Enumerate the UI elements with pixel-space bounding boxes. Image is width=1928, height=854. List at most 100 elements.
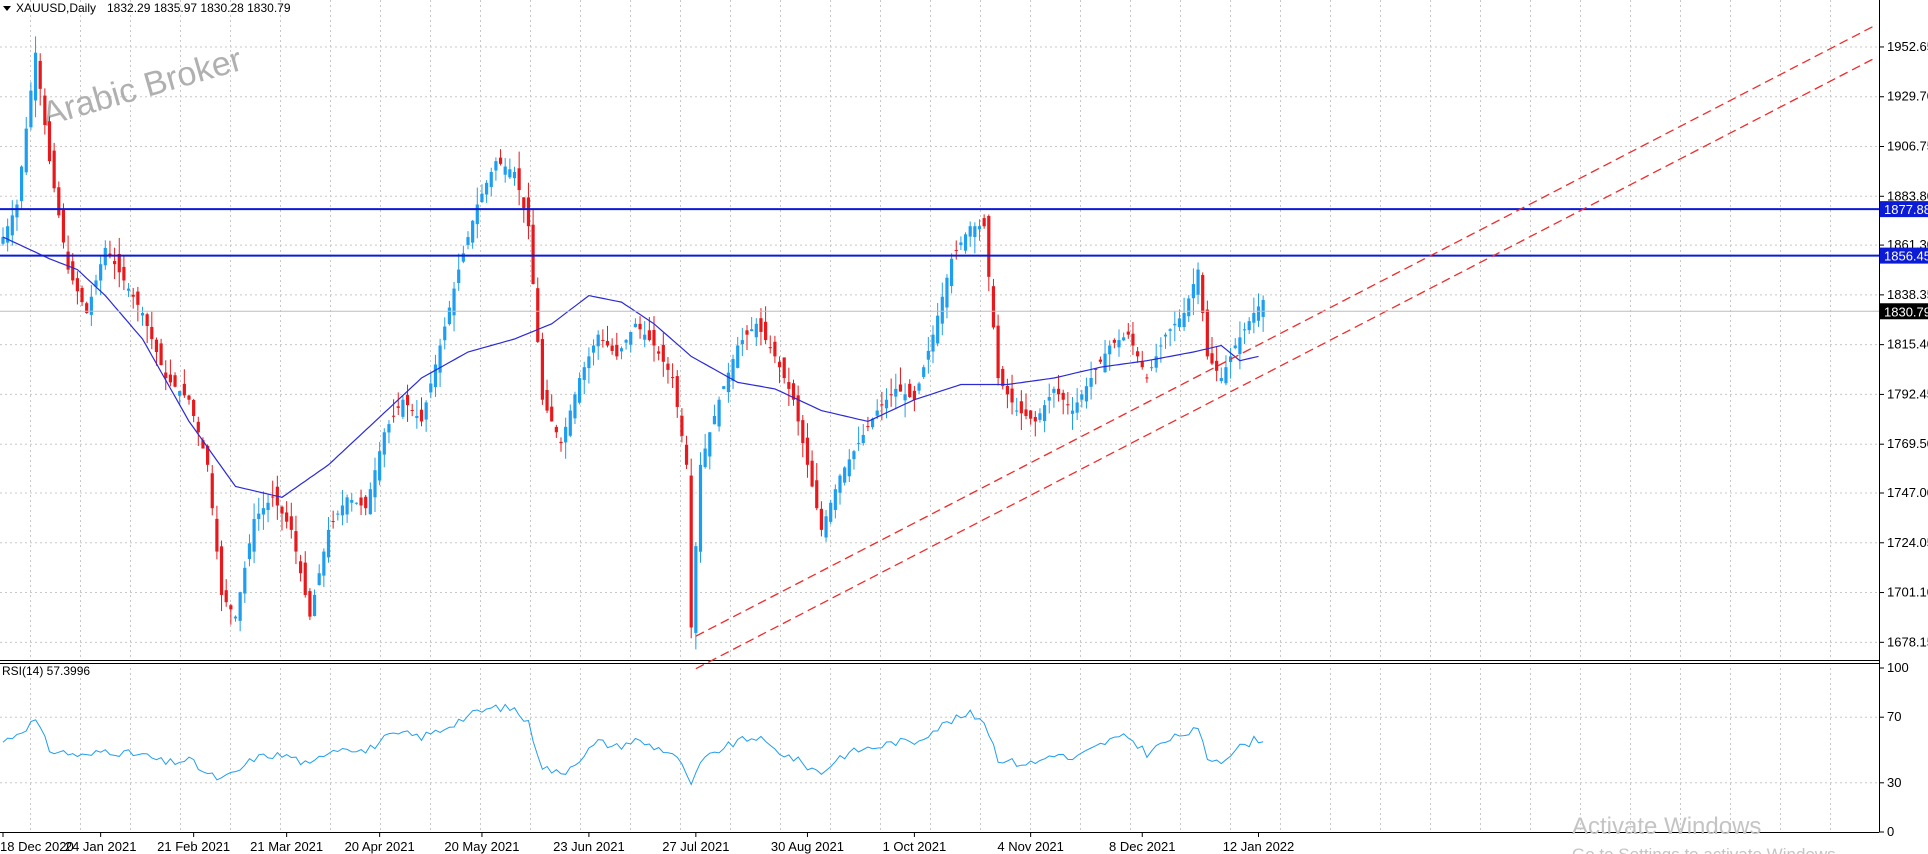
candle <box>257 497 261 531</box>
candle <box>247 534 252 567</box>
trendline[interactable] <box>695 23 1878 637</box>
candle <box>61 203 66 249</box>
chart-canvas[interactable]: 1952.651929.701906.751883.801861.301838.… <box>0 0 1928 854</box>
candle <box>1224 355 1228 386</box>
candle <box>526 182 531 240</box>
date-tick-label: 8 Dec 2021 <box>1109 839 1176 854</box>
activate-windows-title: Activate Windows <box>1572 813 1761 840</box>
price-tick-label: 1906.75 <box>1887 139 1928 154</box>
candle <box>991 278 996 330</box>
horizontal-levels[interactable]: 1877.88 1856.45 <box>0 201 1928 264</box>
candle <box>1029 410 1033 425</box>
candle <box>508 158 512 180</box>
ohlc-values: 1832.29 1835.97 1830.28 1830.79 <box>107 1 291 15</box>
candle <box>219 540 224 612</box>
date-tick-label: 21 Mar 2021 <box>250 839 323 854</box>
candle <box>345 494 349 523</box>
candle <box>689 458 693 639</box>
candle <box>466 231 470 250</box>
candle <box>1019 390 1023 431</box>
candle <box>131 287 135 309</box>
candle <box>122 255 126 291</box>
candle <box>447 300 451 326</box>
price-tick-label: 1838.35 <box>1887 287 1928 302</box>
candle <box>168 359 172 387</box>
candle <box>1187 295 1191 322</box>
candle <box>1075 388 1079 420</box>
candle <box>638 316 642 339</box>
candle <box>1084 377 1089 409</box>
candle <box>396 392 400 416</box>
candle <box>57 181 61 219</box>
candle <box>419 397 424 427</box>
dropdown-triangle-icon[interactable] <box>3 6 11 11</box>
candle <box>126 282 131 297</box>
candle <box>512 166 517 186</box>
candle <box>759 308 763 346</box>
candle <box>838 473 842 505</box>
candle <box>861 423 865 446</box>
current-price-label: 1830.79 <box>1884 304 1928 319</box>
candle <box>275 475 279 520</box>
candle <box>912 385 916 412</box>
candle <box>908 379 912 399</box>
candle <box>382 428 386 468</box>
candle <box>6 218 10 252</box>
candle <box>866 416 870 432</box>
candle <box>252 503 256 564</box>
candle <box>1154 343 1158 373</box>
candle <box>475 187 479 239</box>
candle <box>517 151 521 206</box>
candle <box>661 332 665 377</box>
candle <box>550 394 554 422</box>
candle <box>852 449 856 470</box>
candle <box>322 548 326 588</box>
candle <box>1201 272 1205 322</box>
symbol-label: XAUUSD,Daily <box>16 1 96 15</box>
date-tick-label: 30 Aug 2021 <box>771 839 844 854</box>
candle <box>963 232 968 254</box>
candle <box>359 489 363 516</box>
candle <box>596 330 600 360</box>
date-tick-label: 24 Jan 2021 <box>65 839 137 854</box>
trend-channel[interactable] <box>695 23 1878 670</box>
candle <box>1005 378 1009 409</box>
candle <box>731 354 735 390</box>
candle <box>833 484 837 519</box>
candle <box>461 245 465 264</box>
candle <box>113 247 117 280</box>
candle <box>922 364 926 380</box>
candle <box>726 362 730 403</box>
level-tag-label: 1856.45 <box>1884 249 1928 264</box>
candle <box>266 494 270 523</box>
candle <box>485 180 489 203</box>
candle <box>671 363 675 388</box>
candle <box>317 564 321 586</box>
candle <box>847 449 851 482</box>
candle <box>457 253 461 291</box>
candle <box>564 417 568 459</box>
candle <box>29 82 33 131</box>
trendline[interactable] <box>695 56 1878 670</box>
price-tick-label: 1769.50 <box>1887 436 1928 451</box>
candle <box>1117 329 1121 357</box>
candle <box>378 441 382 486</box>
candle <box>815 463 819 511</box>
candle <box>745 325 749 350</box>
candle <box>1066 392 1070 415</box>
candle <box>373 457 377 513</box>
date-tick-label: 18 Dec 2020 <box>0 839 74 854</box>
candle <box>1215 346 1219 382</box>
candle <box>703 433 707 469</box>
candle <box>894 373 898 410</box>
candle <box>824 510 828 542</box>
candle <box>545 379 549 414</box>
candle <box>15 199 19 231</box>
candle <box>182 369 186 398</box>
candle <box>898 367 903 392</box>
candle <box>1242 322 1247 345</box>
candle <box>1015 397 1019 416</box>
candle <box>145 312 149 344</box>
candle <box>805 423 810 478</box>
price-tick-label: 1883.80 <box>1887 188 1928 203</box>
